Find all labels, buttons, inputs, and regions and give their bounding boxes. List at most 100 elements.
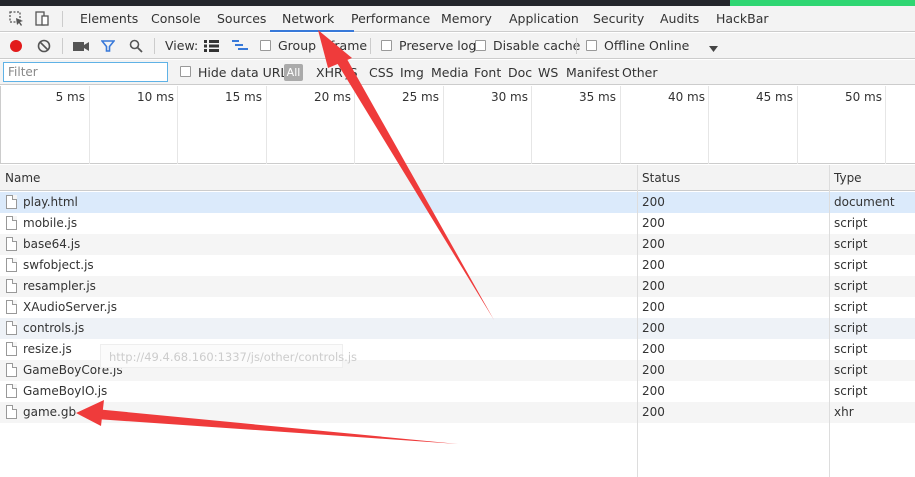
file-icon	[6, 363, 17, 377]
request-name: mobile.js	[23, 216, 78, 230]
table-header: Name Status Type	[0, 165, 915, 191]
inspect-element-icon[interactable]	[8, 10, 26, 28]
request-type: script	[834, 384, 868, 398]
chevron-down-icon[interactable]	[709, 42, 718, 52]
file-icon	[6, 237, 17, 251]
file-icon	[6, 279, 17, 293]
tab-audits[interactable]: Audits	[660, 6, 699, 32]
timeline-tick-label: 10 ms	[136, 90, 174, 104]
filter-type-font[interactable]: Font	[474, 60, 501, 85]
toolbar-separator	[576, 38, 577, 54]
timeline-gridline	[266, 86, 267, 164]
filter-type-xhr[interactable]: XHR	[316, 60, 343, 85]
timeline-gridline	[89, 86, 90, 164]
tab-application[interactable]: Application	[509, 6, 579, 32]
table-row[interactable]: XAudioServer.js 200 script	[0, 297, 915, 318]
request-name: resize.js	[23, 342, 72, 356]
record-button[interactable]	[9, 39, 23, 53]
offline-checkbox[interactable]	[586, 40, 597, 51]
tab-network[interactable]: Network	[282, 6, 334, 32]
active-tab-indicator	[270, 30, 354, 32]
column-header-type[interactable]: Type	[834, 165, 862, 191]
preserve-log-checkbox[interactable]	[381, 40, 392, 51]
timeline-gridline	[0, 86, 1, 164]
view-label: View:	[165, 38, 199, 53]
timeline-gridline	[885, 86, 886, 164]
request-status: 200	[642, 384, 665, 398]
request-status: 200	[642, 279, 665, 293]
file-icon	[6, 342, 17, 356]
column-divider[interactable]	[637, 165, 638, 477]
file-icon	[6, 300, 17, 314]
waterfall-overview-icon[interactable]	[232, 39, 248, 53]
table-row[interactable]: play.html 200 document	[0, 192, 915, 213]
group-by-frame-checkbox[interactable]	[260, 40, 271, 51]
request-type: xhr	[834, 405, 854, 419]
request-name: base64.js	[23, 237, 81, 251]
frame-label: frame	[330, 38, 368, 53]
request-type: script	[834, 279, 868, 293]
file-icon	[6, 216, 17, 230]
request-status: 200	[642, 195, 665, 209]
table-row[interactable]: GameBoyIO.js 200 script	[0, 381, 915, 402]
devtools-tabbar: Elements Console Sources Network Perform…	[0, 6, 915, 32]
filter-input[interactable]	[3, 62, 168, 82]
table-row[interactable]: mobile.js 200 script	[0, 213, 915, 234]
hide-data-urls-checkbox[interactable]	[180, 66, 191, 77]
request-name: swfobject.js	[23, 258, 94, 272]
request-name: XAudioServer.js	[23, 300, 117, 314]
tab-console[interactable]: Console	[151, 6, 201, 32]
filter-type-other[interactable]: Other	[622, 60, 658, 85]
offline-label: Offline	[604, 38, 646, 53]
tab-memory[interactable]: Memory	[441, 6, 492, 32]
request-status: 200	[642, 237, 665, 251]
tab-performance[interactable]: Performance	[351, 6, 430, 32]
tab-sources[interactable]: Sources	[217, 6, 266, 32]
table-row[interactable]: resampler.js 200 script	[0, 276, 915, 297]
throttling-select[interactable]: Online	[649, 33, 689, 59]
request-status: 200	[642, 258, 665, 272]
table-row[interactable]: controls.js 200 script	[0, 318, 915, 339]
filter-type-media[interactable]: Media	[431, 60, 469, 85]
request-status: 200	[642, 321, 665, 335]
request-type: script	[834, 342, 868, 356]
tab-elements[interactable]: Elements	[80, 6, 138, 32]
timeline-tick-label: 5 ms	[55, 90, 85, 104]
screenshot-camera-icon[interactable]	[73, 40, 89, 52]
filter-bar: Hide data URLs All XHR JS CSS Img Media …	[0, 60, 915, 85]
filter-funnel-icon[interactable]	[100, 39, 116, 53]
request-name: play.html	[23, 195, 78, 209]
filter-type-img[interactable]: Img	[400, 60, 424, 85]
table-row[interactable]: game.gb 200 xhr	[0, 402, 915, 423]
clear-icon[interactable]	[37, 39, 51, 53]
filter-type-doc[interactable]: Doc	[508, 60, 532, 85]
table-row[interactable]: base64.js 200 script	[0, 234, 915, 255]
search-icon[interactable]	[129, 39, 143, 53]
toolbar-separator	[370, 38, 371, 54]
column-header-name[interactable]: Name	[5, 165, 40, 191]
request-status: 200	[642, 300, 665, 314]
url-tooltip: http://49.4.68.160:1337/js/other/control…	[100, 344, 357, 368]
file-icon	[6, 195, 17, 209]
tab-security[interactable]: Security	[593, 6, 644, 32]
disable-cache-checkbox[interactable]	[475, 40, 486, 51]
filter-type-css[interactable]: CSS	[369, 60, 394, 85]
filter-type-js[interactable]: JS	[346, 60, 358, 85]
requests-table: Name Status Type play.html 200 document …	[0, 165, 915, 477]
device-toolbar-icon[interactable]	[33, 10, 51, 28]
request-name: GameBoyIO.js	[23, 384, 108, 398]
column-header-status[interactable]: Status	[642, 165, 680, 191]
timeline-overview[interactable]: 5 ms 10 ms 15 ms 20 ms 25 ms 30 ms 35 ms…	[0, 86, 915, 164]
request-status: 200	[642, 405, 665, 419]
tab-hackbar[interactable]: HackBar	[716, 6, 769, 32]
timeline-gridline	[708, 86, 709, 164]
large-rows-list-icon[interactable]	[204, 39, 219, 53]
filter-type-all[interactable]: All	[284, 64, 303, 81]
preserve-log-label: Preserve log	[399, 38, 477, 53]
request-status: 200	[642, 363, 665, 377]
table-row[interactable]: swfobject.js 200 script	[0, 255, 915, 276]
filter-type-ws[interactable]: WS	[538, 60, 558, 85]
column-divider[interactable]	[829, 165, 830, 477]
filter-type-manifest[interactable]: Manifest	[566, 60, 619, 85]
request-type: document	[834, 195, 895, 209]
